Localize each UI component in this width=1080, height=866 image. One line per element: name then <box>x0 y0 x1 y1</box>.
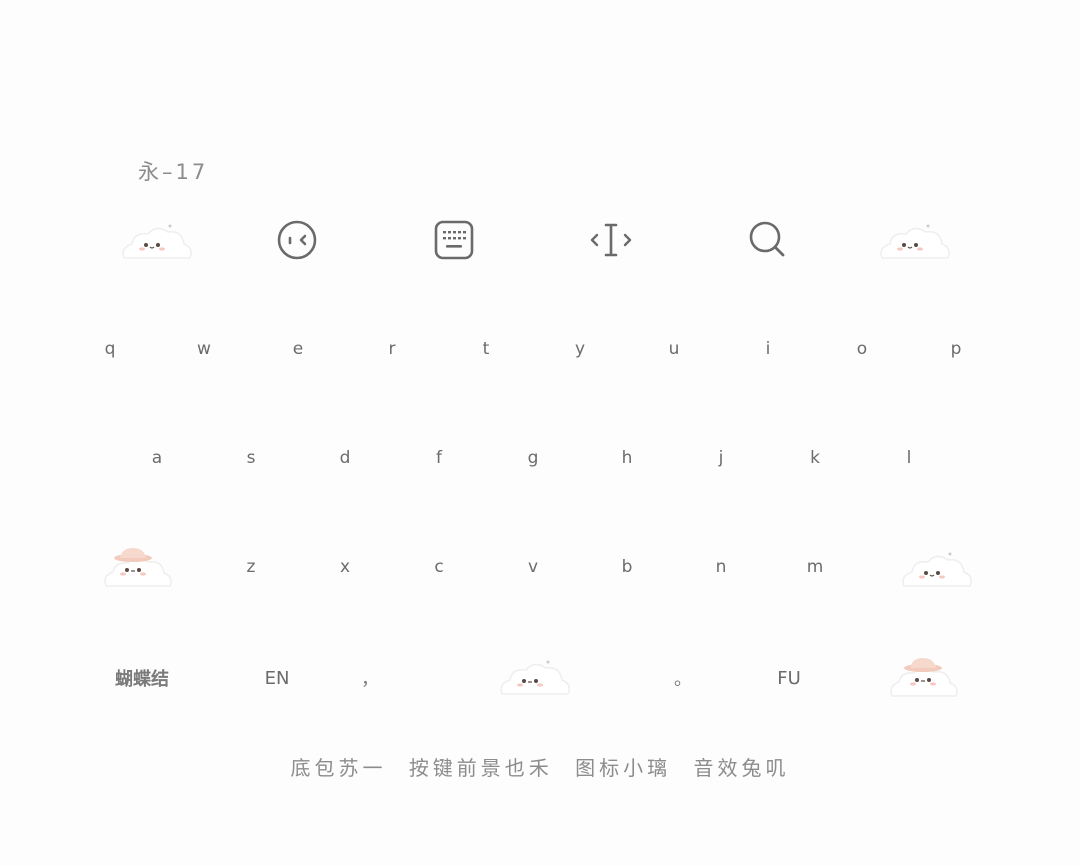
key-o[interactable]: o <box>842 329 882 369</box>
key-q[interactable]: q <box>90 329 130 369</box>
period-key[interactable]: 。 <box>668 658 698 698</box>
credit-keys: 按键前景也禾 <box>408 756 553 780</box>
key-c[interactable]: c <box>419 547 459 587</box>
keyboard-title: 永–17 <box>138 160 209 184</box>
key-e[interactable]: e <box>278 329 318 369</box>
key-a[interactable]: a <box>137 438 177 478</box>
keyboard-icon[interactable] <box>424 210 484 270</box>
en-key[interactable]: EN <box>252 658 302 698</box>
key-k[interactable]: k <box>795 438 835 478</box>
fu-key[interactable]: FU <box>765 658 813 698</box>
key-j[interactable]: j <box>701 438 741 478</box>
emoji-face-icon[interactable] <box>267 210 327 270</box>
cloud-mascot-icon[interactable] <box>116 218 196 270</box>
key-h[interactable]: h <box>607 438 647 478</box>
key-w[interactable]: w <box>184 329 224 369</box>
key-s[interactable]: s <box>231 438 271 478</box>
key-t[interactable]: t <box>466 329 506 369</box>
text-cursor-icon[interactable] <box>581 210 641 270</box>
lang-switch-key[interactable]: 蝴蝶结 <box>102 658 182 698</box>
key-f[interactable]: f <box>419 438 459 478</box>
key-y[interactable]: y <box>560 329 600 369</box>
key-i[interactable]: i <box>748 329 788 369</box>
key-z[interactable]: z <box>231 547 271 587</box>
credit-base: 底包苏一 <box>290 756 387 780</box>
key-v[interactable]: v <box>513 547 553 587</box>
shift-key-cloud-hat-icon[interactable] <box>100 544 176 598</box>
key-p[interactable]: p <box>936 329 976 369</box>
key-r[interactable]: r <box>372 329 412 369</box>
key-n[interactable]: n <box>701 547 741 587</box>
key-b[interactable]: b <box>607 547 647 587</box>
key-l[interactable]: l <box>889 438 929 478</box>
key-g[interactable]: g <box>513 438 553 478</box>
delete-key-cloud-icon[interactable] <box>896 546 976 598</box>
credit-sound: 音效兔叽 <box>693 756 790 780</box>
key-x[interactable]: x <box>325 547 365 587</box>
key-u[interactable]: u <box>654 329 694 369</box>
credit-icons: 图标小璃 <box>575 756 672 780</box>
cloud-mascot-icon[interactable] <box>874 218 954 270</box>
comma-key[interactable]: ， <box>355 658 385 698</box>
enter-key-cloud-hat-icon[interactable] <box>886 654 962 708</box>
credits-footer: 底包苏一 按键前景也禾 图标小璃 音效兔叽 <box>0 752 1080 781</box>
space-key-cloud-icon[interactable] <box>494 654 574 706</box>
key-m[interactable]: m <box>795 547 835 587</box>
key-d[interactable]: d <box>325 438 365 478</box>
search-icon[interactable] <box>738 210 798 270</box>
